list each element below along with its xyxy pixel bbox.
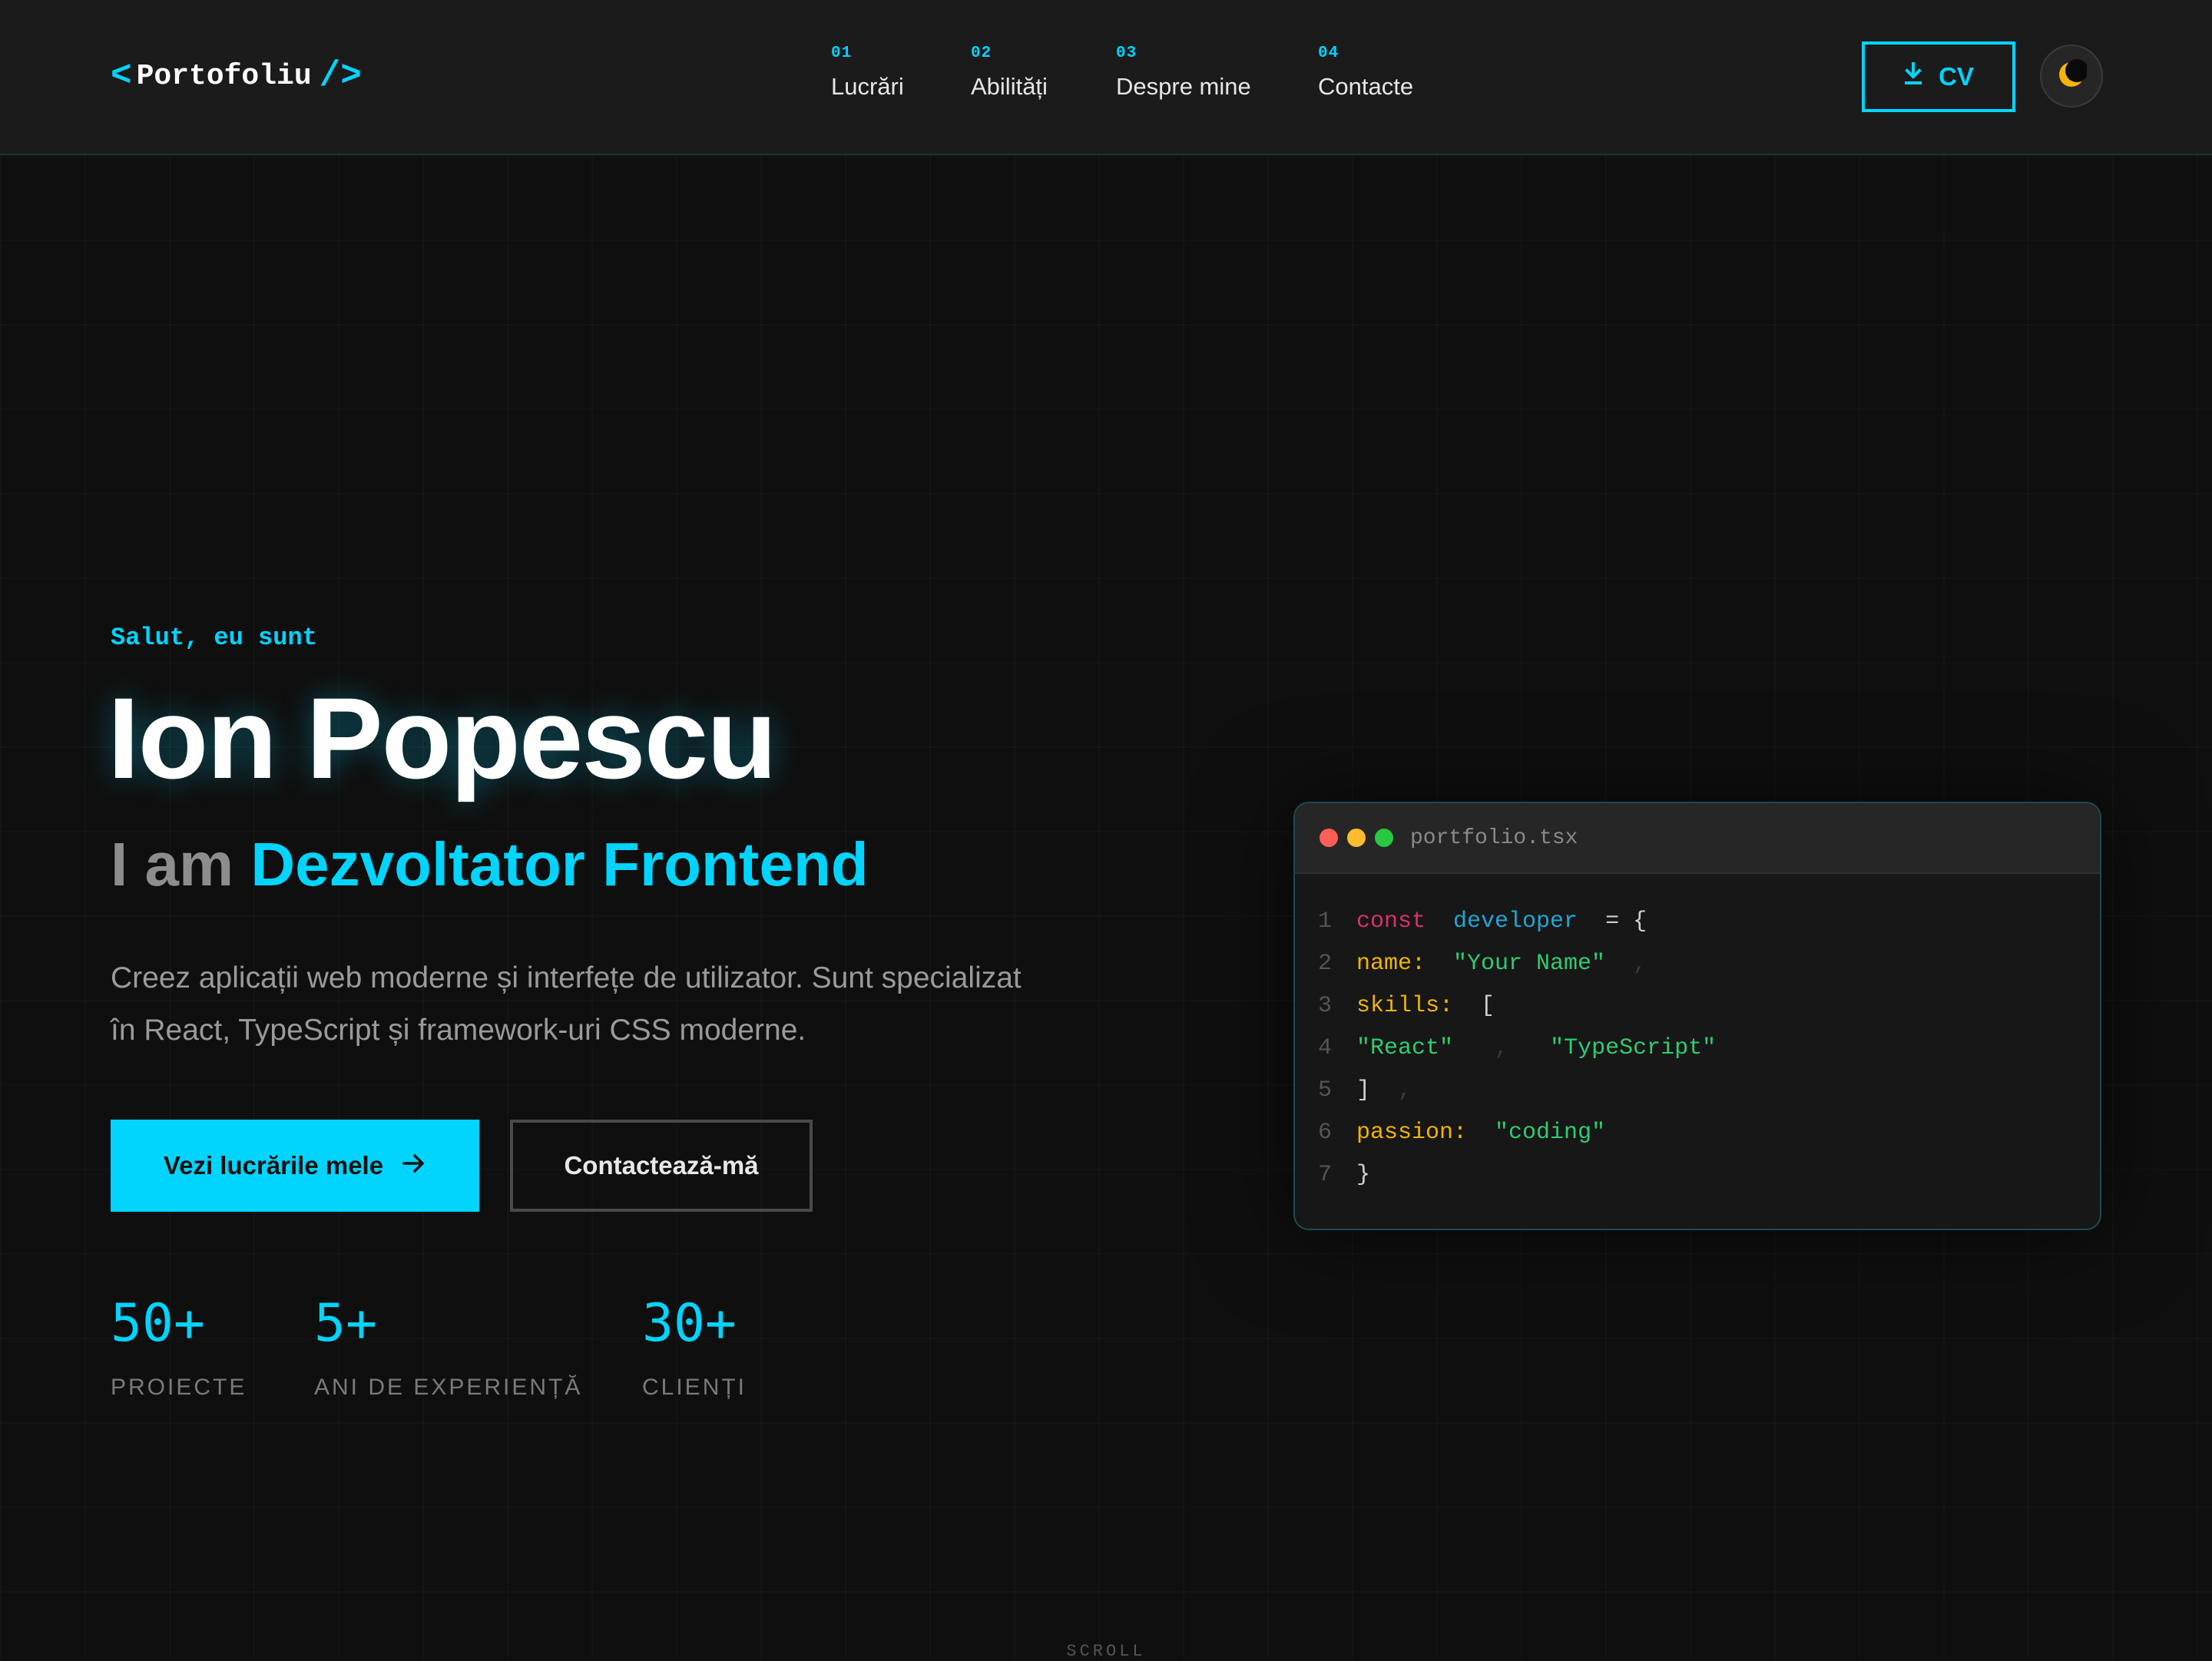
logo[interactable]: < Portofoliu /> bbox=[111, 56, 362, 96]
moon-icon bbox=[2056, 58, 2088, 94]
hero-role-title: Dezvoltator Frontend bbox=[250, 830, 869, 898]
nav-number: 01 bbox=[831, 45, 853, 62]
site-header: < Portofoliu /> 01 Lucrări 02 Abilități … bbox=[0, 0, 2212, 155]
maximize-dot-icon bbox=[1375, 829, 1393, 847]
hero-role-prefix: I am bbox=[111, 830, 234, 898]
hero-role: I am Dezvoltator Frontend bbox=[111, 834, 869, 895]
cv-label: CV bbox=[1939, 62, 1974, 91]
nav-label: Contacte bbox=[1318, 73, 1414, 100]
code-token: } bbox=[1356, 1161, 1371, 1188]
nav-label: Lucrări bbox=[831, 73, 904, 100]
stat-experience: 5+ ANI DE EXPERIENȚĂ bbox=[314, 1298, 582, 1401]
stat-value: 30+ bbox=[642, 1293, 737, 1354]
hero-greeting: Salut, eu sunt bbox=[111, 624, 317, 652]
code-line: 5 ] , bbox=[1295, 1069, 2100, 1111]
stat-value: 5+ bbox=[314, 1293, 377, 1354]
nav-item-abilitati[interactable]: 02 Abilități bbox=[971, 45, 1048, 101]
code-line: 4 "React" , "TypeScript" bbox=[1295, 1027, 2100, 1069]
line-number: 7 bbox=[1317, 1161, 1332, 1188]
code-line: 2 name: "Your Name" , bbox=[1295, 942, 2100, 984]
stat-label: ANI DE EXPERIENȚĂ bbox=[314, 1375, 583, 1400]
close-dot-icon bbox=[1320, 829, 1338, 847]
code-body: 1 const developer = { 2 name: "Your Name… bbox=[1295, 874, 2100, 1196]
code-token: , bbox=[1633, 950, 1647, 977]
nav-item-despre-mine[interactable]: 03 Despre mine bbox=[1116, 45, 1251, 101]
code-token: , bbox=[1495, 1034, 1509, 1061]
download-cv-button[interactable]: CV bbox=[1862, 41, 2015, 112]
minimize-dot-icon bbox=[1347, 829, 1366, 847]
code-window: portfolio.tsx 1 const developer = { 2 na… bbox=[1293, 802, 2101, 1230]
stat-label: CLIENȚI bbox=[642, 1375, 747, 1400]
stat-clients: 30+ CLIENȚI bbox=[642, 1298, 747, 1401]
code-token: "coding" bbox=[1495, 1119, 1606, 1146]
hero-description: Creez aplicații web moderne și interfețe… bbox=[111, 961, 1022, 1047]
code-filename: portfolio.tsx bbox=[1410, 826, 1578, 850]
line-number: 1 bbox=[1317, 908, 1332, 935]
code-token: passion: bbox=[1356, 1119, 1468, 1146]
code-window-titlebar: portfolio.tsx bbox=[1295, 803, 2100, 874]
code-token: ] bbox=[1356, 1077, 1371, 1103]
code-token: name: bbox=[1356, 950, 1426, 977]
view-work-button[interactable]: Vezi lucrările mele bbox=[111, 1120, 479, 1212]
download-icon bbox=[1903, 62, 1923, 91]
logo-text: Portofoliu bbox=[136, 59, 312, 93]
code-token: "React" bbox=[1356, 1034, 1454, 1061]
stat-projects: 50+ PROIECTE bbox=[111, 1298, 247, 1401]
code-line: 1 const developer = { bbox=[1295, 900, 2100, 942]
hero-name: Ion Popescu bbox=[108, 673, 777, 802]
code-token: "Your Name" bbox=[1453, 950, 1606, 977]
view-work-label: Vezi lucrările mele bbox=[163, 1151, 384, 1180]
stat-label: PROIECTE bbox=[111, 1375, 247, 1400]
code-token: [ bbox=[1481, 992, 1495, 1019]
code-token: = { bbox=[1605, 908, 1647, 935]
nav-item-contacte[interactable]: 04 Contacte bbox=[1318, 45, 1413, 101]
code-line: 6 passion: "coding" bbox=[1295, 1111, 2100, 1153]
code-token: developer bbox=[1453, 908, 1578, 935]
line-number: 3 bbox=[1317, 992, 1332, 1019]
line-number: 2 bbox=[1317, 950, 1332, 977]
logo-close-bracket: /> bbox=[319, 56, 362, 96]
code-token: const bbox=[1356, 908, 1426, 935]
nav-item-lucrari[interactable]: 01 Lucrări bbox=[831, 45, 904, 101]
arrow-right-icon bbox=[402, 1151, 426, 1180]
nav-number: 02 bbox=[971, 45, 992, 62]
theme-toggle-button[interactable] bbox=[2040, 45, 2103, 108]
logo-open-bracket: < bbox=[111, 56, 132, 96]
code-token: skills: bbox=[1356, 992, 1454, 1019]
code-line: 7 } bbox=[1295, 1153, 2100, 1196]
nav-label: Despre mine bbox=[1116, 73, 1251, 100]
line-number: 6 bbox=[1317, 1119, 1332, 1146]
nav-label: Abilități bbox=[971, 73, 1048, 100]
contact-me-button[interactable]: Contactează-mă bbox=[510, 1120, 813, 1212]
nav-number: 04 bbox=[1318, 45, 1339, 62]
nav-number: 03 bbox=[1116, 45, 1137, 62]
stat-value: 50+ bbox=[111, 1293, 205, 1354]
code-token: , bbox=[1398, 1077, 1412, 1103]
code-token: "TypeScript" bbox=[1550, 1034, 1717, 1061]
scroll-indicator[interactable]: SCROLL bbox=[1060, 1642, 1152, 1661]
code-line: 3 skills: [ bbox=[1295, 984, 2100, 1027]
line-number: 4 bbox=[1317, 1034, 1332, 1061]
line-number: 5 bbox=[1317, 1077, 1332, 1103]
